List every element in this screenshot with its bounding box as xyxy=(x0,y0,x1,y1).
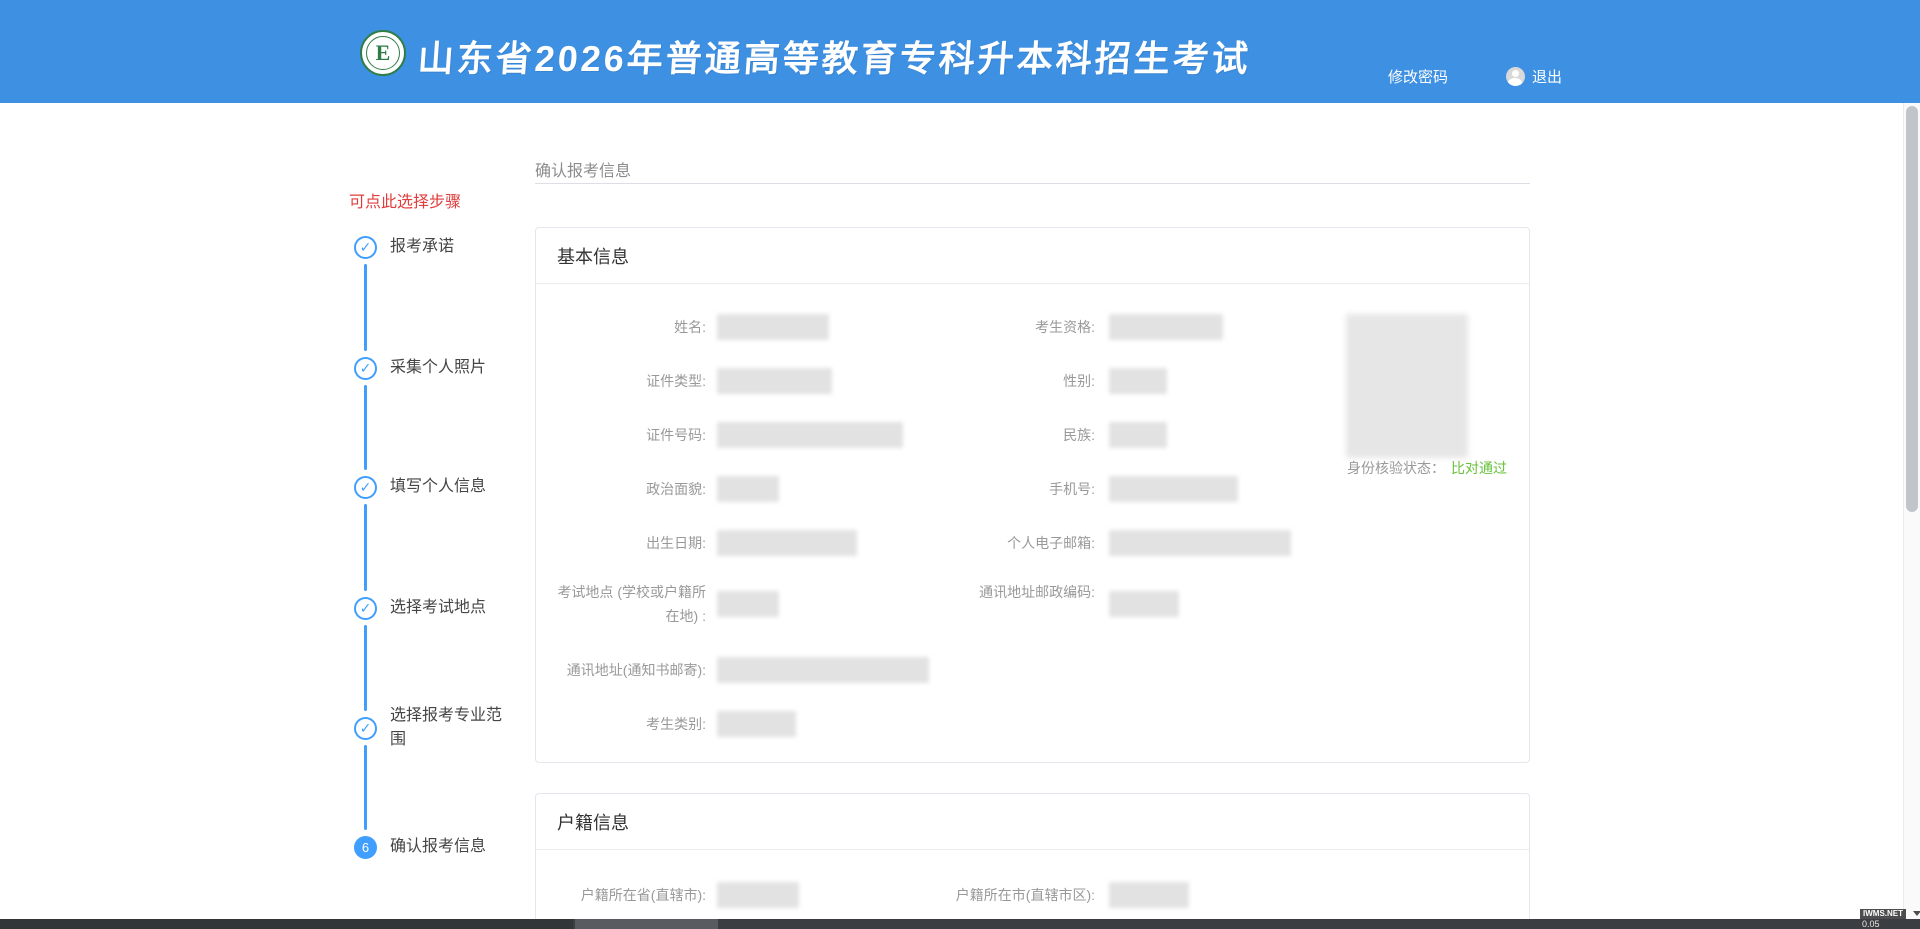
household-info-card-title: 户籍信息 xyxy=(536,794,1529,850)
sidebar-step-confirm-info[interactable]: 6 确认报考信息 xyxy=(354,835,502,859)
redacted-value-name xyxy=(717,314,829,340)
field-label-household-province: 户籍所在省(直辖市): xyxy=(536,883,706,907)
check-icon: ✓ xyxy=(354,236,377,259)
field-label-name: 姓名: xyxy=(536,315,706,339)
field-label-candidate-category: 考生类别: xyxy=(536,712,706,736)
step-connector xyxy=(364,625,367,711)
redacted-value-ethnicity xyxy=(1109,422,1167,448)
badge-dropdown-caret-icon[interactable] xyxy=(1913,911,1920,916)
redacted-value-household-city xyxy=(1109,882,1189,908)
iwms-badge-label: IWMS.NET xyxy=(1863,909,1903,919)
basic-info-card-title: 基本信息 xyxy=(536,228,1529,284)
step-label: 填写个人信息 xyxy=(390,475,502,499)
step-label: 选择报考专业范围 xyxy=(390,704,502,752)
redacted-value-email xyxy=(1109,530,1291,556)
sidebar-step-collect-photo[interactable]: ✓ 采集个人照片 xyxy=(354,356,502,380)
form-row-birthdate-email: 出生日期: 个人电子邮箱: xyxy=(536,516,1529,570)
logout-link[interactable]: 退出 xyxy=(1506,66,1562,87)
field-label-household-city: 户籍所在市(直辖市区): xyxy=(929,883,1095,907)
field-label-gender: 性别: xyxy=(929,369,1095,393)
field-label-phone: 手机号: xyxy=(929,477,1095,501)
sidebar-step-application-pledge[interactable]: ✓ 报考承诺 xyxy=(354,235,502,259)
candidate-photo xyxy=(1346,314,1468,458)
redacted-value-gender xyxy=(1109,368,1167,394)
step-label: 采集个人照片 xyxy=(390,356,502,380)
field-label-birth-date: 出生日期: xyxy=(536,531,706,555)
iwms-overlay-badge[interactable]: IWMS.NET xyxy=(1860,909,1906,919)
sidebar-step-exam-location[interactable]: ✓ 选择考试地点 xyxy=(354,596,502,620)
page-title: 确认报考信息 xyxy=(535,157,631,181)
content-scrollbar-thumb[interactable] xyxy=(1906,106,1918,512)
logout-label: 退出 xyxy=(1532,66,1562,87)
check-icon: ✓ xyxy=(354,717,377,740)
step-label: 选择考试地点 xyxy=(390,596,502,620)
step-label: 确认报考信息 xyxy=(390,835,502,859)
field-label-qualification: 考生资格: xyxy=(929,315,1095,339)
basic-info-card: 基本信息 姓名: 考生资格: 证件类型: 性别: 证件号码: 民族: 政 xyxy=(535,227,1530,763)
step-label: 报考承诺 xyxy=(390,235,502,259)
taskbar-left-segment xyxy=(0,919,573,929)
redacted-value-id-number xyxy=(717,422,903,448)
logo-letter: E xyxy=(366,36,400,70)
redacted-value-id-type xyxy=(717,368,832,394)
field-label-id-type: 证件类型: xyxy=(536,369,706,393)
user-avatar-icon xyxy=(1506,67,1525,86)
redacted-value-zip-code xyxy=(1109,591,1179,617)
step-connector xyxy=(364,504,367,591)
field-label-id-number: 证件号码: xyxy=(536,423,706,447)
redacted-value-mailing-address xyxy=(717,657,929,683)
field-label-political-status: 政治面貌: xyxy=(536,477,706,501)
check-icon: ✓ xyxy=(354,597,377,620)
field-label-email: 个人电子邮箱: xyxy=(929,531,1095,555)
step-number-badge: 6 xyxy=(354,836,377,859)
step-connector xyxy=(364,264,367,351)
check-icon: ✓ xyxy=(354,357,377,380)
id-check-status-label: 身份核验状态： xyxy=(1347,460,1445,476)
field-label-exam-location: 考试地点 (学校或户籍所在地) : xyxy=(536,580,706,628)
step-connector xyxy=(364,385,367,470)
redacted-value-exam-location xyxy=(717,591,779,617)
form-row-examlocation-zipcode: 考试地点 (学校或户籍所在地) : 通讯地址邮政编码: xyxy=(536,570,1529,643)
form-row-candidate-category: 考生类别: xyxy=(536,697,1529,751)
redacted-value-phone xyxy=(1109,476,1238,502)
title-divider xyxy=(535,183,1530,184)
redacted-value-candidate-category xyxy=(717,711,796,737)
field-label-ethnicity: 民族: xyxy=(929,423,1095,447)
steps-hint[interactable]: 可点此选择步骤 xyxy=(349,188,461,212)
form-row-household-province-city: 户籍所在省(直辖市): 户籍所在市(直辖市区): xyxy=(536,868,1529,922)
check-icon: ✓ xyxy=(354,476,377,499)
site-logo: E xyxy=(360,30,406,76)
taskbar-active-app-segment[interactable] xyxy=(575,919,718,929)
redacted-value-household-province xyxy=(717,882,799,908)
taskbar-overlay-text: 0.05 xyxy=(1862,919,1880,929)
os-taskbar-sliver: 0.05 xyxy=(0,919,1920,929)
step-connector xyxy=(364,745,367,830)
field-label-mailing-address: 通讯地址(通知书邮寄): xyxy=(536,658,706,682)
change-password-link[interactable]: 修改密码 xyxy=(1388,66,1448,87)
id-check-status-value: 比对通过 xyxy=(1451,460,1507,476)
field-label-zip-code: 通讯地址邮政编码: xyxy=(929,580,1095,604)
form-row-mailing-address: 通讯地址(通知书邮寄): xyxy=(536,643,1529,697)
household-info-card: 户籍信息 户籍所在省(直辖市): 户籍所在市(直辖市区): xyxy=(535,793,1530,929)
redacted-value-birth-date xyxy=(717,530,857,556)
page-banner-title: 山东省2026年普通高等教育专科升本科招生考试 xyxy=(416,30,1280,82)
content-scrollbar-track[interactable] xyxy=(1903,103,1920,919)
redacted-value-political-status xyxy=(717,476,779,502)
redacted-value-qualification xyxy=(1109,314,1223,340)
app-header: E 山东省2026年普通高等教育专科升本科招生考试 修改密码 退出 xyxy=(0,0,1920,103)
sidebar-step-personal-info[interactable]: ✓ 填写个人信息 xyxy=(354,475,502,499)
sidebar-step-major-scope[interactable]: ✓ 选择报考专业范围 xyxy=(354,704,502,752)
